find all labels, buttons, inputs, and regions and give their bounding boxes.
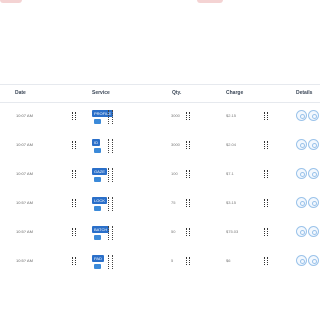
eye-icon[interactable]: [296, 226, 307, 237]
top-bar: [0, 0, 320, 6]
drag-handle-icon[interactable]: [108, 226, 113, 240]
row-date: 10:07 AM: [16, 171, 33, 176]
edit-icon[interactable]: [308, 168, 319, 179]
drag-handle-icon[interactable]: [264, 112, 268, 120]
header-qty: Qty.: [172, 90, 182, 96]
drag-handle-icon[interactable]: [108, 110, 113, 124]
drag-handle-icon[interactable]: [264, 199, 268, 207]
drag-handle-icon[interactable]: [186, 112, 190, 120]
row-charge: $2.15: [226, 113, 237, 118]
table-row[interactable]: 10:07 AM ID 3000 $2.04: [0, 131, 320, 160]
eye-icon[interactable]: [296, 255, 307, 266]
edit-icon[interactable]: [308, 139, 319, 150]
row-charge: $2.04: [226, 142, 237, 147]
row-charge: $7.1: [226, 171, 234, 176]
row-details: [296, 197, 320, 209]
row-details: [296, 139, 320, 151]
row-date: 10:5? AM: [16, 229, 33, 234]
drag-handle-icon[interactable]: [264, 141, 268, 149]
row-date: 10:5? AM: [16, 200, 33, 205]
drag-handle-icon[interactable]: [72, 141, 76, 149]
drag-handle-icon[interactable]: [186, 170, 190, 178]
row-qty: 5: [171, 258, 174, 263]
service-badge[interactable]: ID: [92, 139, 100, 146]
drag-handle-icon[interactable]: [186, 199, 190, 207]
service-badge[interactable]: GAZE: [92, 168, 107, 175]
row-charge: $75.03: [226, 229, 239, 234]
eye-icon[interactable]: [296, 168, 307, 179]
drag-handle-icon[interactable]: [264, 228, 268, 236]
top-bar-segment: [197, 0, 223, 3]
drag-handle-icon[interactable]: [108, 197, 113, 211]
edit-icon[interactable]: [308, 255, 319, 266]
row-details: [296, 255, 320, 267]
eye-icon[interactable]: [296, 197, 307, 208]
row-qty: 50: [171, 229, 176, 234]
table-row[interactable]: 10:5? AM PAD 5 $6: [0, 247, 320, 276]
table-header: Date Service Qty. Charge Details: [0, 84, 320, 103]
row-charge: $6: [226, 258, 231, 263]
service-sub-icon: [94, 264, 101, 269]
header-details: Details: [296, 90, 313, 96]
service-sub-icon: [94, 148, 101, 153]
row-qty: 3000: [171, 113, 180, 118]
eye-icon[interactable]: [296, 110, 307, 121]
service-badge[interactable]: PAD: [92, 255, 104, 262]
row-date: 10:07 AM: [16, 142, 33, 147]
row-date: 10:07 AM: [16, 113, 33, 118]
drag-handle-icon[interactable]: [72, 112, 76, 120]
drag-handle-icon[interactable]: [72, 228, 76, 236]
drag-handle-icon[interactable]: [186, 228, 190, 236]
drag-handle-icon[interactable]: [264, 257, 268, 265]
drag-handle-icon[interactable]: [264, 170, 268, 178]
drag-handle-icon[interactable]: [108, 168, 113, 182]
drag-handle-icon[interactable]: [72, 257, 76, 265]
drag-handle-icon[interactable]: [108, 139, 113, 153]
row-qty: 75: [171, 200, 176, 205]
drag-handle-icon[interactable]: [186, 141, 190, 149]
table-row[interactable]: 10:07 AM PROFILE 3000 $2.15: [0, 102, 320, 131]
row-date: 10:5? AM: [16, 258, 33, 263]
table-row[interactable]: 10:5? AM LOCK 75 $3.15: [0, 189, 320, 218]
drag-handle-icon[interactable]: [186, 257, 190, 265]
service-sub-icon: [94, 119, 101, 124]
row-details: [296, 168, 320, 180]
row-details: [296, 226, 320, 238]
edit-icon[interactable]: [308, 197, 319, 208]
row-qty: 100: [171, 171, 178, 176]
header-date: Date: [15, 90, 26, 96]
header-service: Service: [92, 90, 110, 96]
edit-icon[interactable]: [308, 110, 319, 121]
drag-handle-icon[interactable]: [72, 170, 76, 178]
row-qty: 3000: [171, 142, 180, 147]
table-row[interactable]: 10:07 AM GAZE 100 $7.1: [0, 160, 320, 189]
service-sub-icon: [94, 206, 101, 211]
row-charge: $3.15: [226, 200, 237, 205]
service-sub-icon: [94, 235, 101, 240]
service-badge[interactable]: LOCK: [92, 197, 107, 204]
table-row[interactable]: 10:5? AM BATCH 50 $75.03: [0, 218, 320, 247]
service-badge[interactable]: BATCH: [92, 226, 110, 233]
edit-icon[interactable]: [308, 226, 319, 237]
top-bar-segment: [0, 0, 22, 3]
drag-handle-icon[interactable]: [72, 199, 76, 207]
drag-handle-icon[interactable]: [108, 255, 113, 269]
row-details: [296, 110, 320, 122]
service-sub-icon: [94, 177, 101, 182]
eye-icon[interactable]: [296, 139, 307, 150]
header-charge: Charge: [226, 90, 244, 96]
